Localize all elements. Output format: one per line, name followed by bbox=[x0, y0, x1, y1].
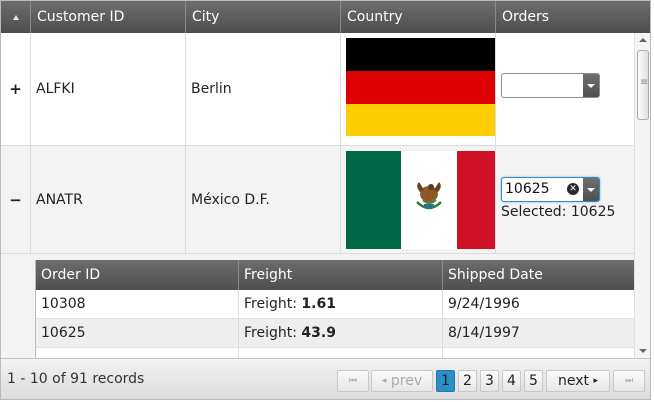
selected-order-label: Selected: 10625 bbox=[501, 204, 616, 220]
freight-cell: Freight: 1.61 bbox=[239, 290, 443, 319]
orders-detail-grid: Order ID Freight Shipped Date 10308 Frei… bbox=[35, 260, 634, 358]
first-page-icon: ⏮ bbox=[348, 376, 358, 386]
freight-cell: Freight: 43.9 bbox=[239, 319, 443, 348]
chevron-down-icon[interactable] bbox=[583, 74, 599, 97]
header-orders[interactable]: Orders bbox=[496, 1, 650, 33]
header-shipped-date[interactable]: Shipped Date bbox=[443, 260, 634, 290]
last-page-button[interactable]: ⏭ bbox=[613, 370, 645, 392]
scroll-down-icon[interactable] bbox=[635, 344, 650, 358]
page-5-button[interactable]: 5 bbox=[524, 370, 543, 392]
header-freight[interactable]: Freight bbox=[239, 260, 443, 290]
page-3-button[interactable]: 3 bbox=[480, 370, 499, 392]
pager-info: 1 - 10 of 91 records bbox=[7, 371, 145, 387]
order-id-cell: 10308 bbox=[36, 290, 239, 319]
scroll-up-icon[interactable] bbox=[635, 33, 650, 47]
orders-cell: 10625 ✕ Selected: 10625 bbox=[496, 146, 634, 253]
table-row bbox=[36, 348, 634, 358]
expand-row-button[interactable]: + bbox=[1, 33, 31, 145]
detail-row: Order ID Freight Shipped Date 10308 Frei… bbox=[1, 254, 634, 358]
mexico-flag-icon bbox=[346, 151, 495, 249]
grid-header: Customer ID City Country Orders bbox=[1, 1, 650, 33]
freight-prefix: Freight: bbox=[244, 296, 302, 312]
freight-prefix: Freight: bbox=[244, 325, 302, 341]
last-page-icon: ⏭ bbox=[624, 376, 634, 386]
header-customer-id[interactable]: Customer ID bbox=[31, 1, 186, 33]
grid-content: + ALFKI Berlin − ANATR México D.F. 10625… bbox=[1, 33, 650, 358]
chevron-down-icon[interactable] bbox=[583, 178, 599, 201]
orders-combobox-value: 10625 bbox=[505, 181, 550, 197]
orders-cell bbox=[496, 33, 634, 145]
country-cell bbox=[341, 146, 496, 253]
first-page-button[interactable]: ⏮ bbox=[337, 370, 369, 392]
prev-page-button[interactable]: ◂ prev bbox=[371, 370, 433, 392]
customer-id-cell: ALFKI bbox=[31, 33, 186, 145]
clear-icon[interactable]: ✕ bbox=[567, 183, 579, 195]
freight-value: 1.61 bbox=[301, 296, 336, 312]
page-4-button[interactable]: 4 bbox=[502, 370, 521, 392]
eagle-emblem-icon bbox=[416, 182, 442, 210]
shipped-date-cell: 9/24/1996 bbox=[448, 296, 520, 312]
header-country[interactable]: Country bbox=[341, 1, 496, 33]
scrollbar-thumb[interactable] bbox=[637, 50, 649, 120]
next-label: next bbox=[558, 373, 590, 389]
table-row: − ANATR México D.F. 10625 ✕ Selected: 10… bbox=[1, 146, 634, 254]
header-city[interactable]: City bbox=[186, 1, 341, 33]
vertical-scrollbar[interactable] bbox=[634, 33, 650, 358]
customer-id-cell: ANATR bbox=[31, 146, 186, 253]
chevron-right-icon: ▸ bbox=[593, 376, 598, 386]
city-cell: Berlin bbox=[186, 33, 341, 145]
country-cell bbox=[341, 33, 496, 145]
city-cell: México D.F. bbox=[186, 146, 341, 253]
hierarchy-header-cell[interactable] bbox=[1, 1, 31, 33]
germany-flag-icon bbox=[346, 38, 495, 136]
shipped-date-cell: 8/14/1997 bbox=[448, 325, 520, 341]
freight-value: 43.9 bbox=[301, 325, 336, 341]
next-page-button[interactable]: next ▸ bbox=[546, 370, 610, 392]
page-2-button[interactable]: 2 bbox=[458, 370, 477, 392]
table-row: 10625 Freight: 43.9 8/14/1997 bbox=[36, 319, 634, 348]
order-id-cell: 10625 bbox=[36, 319, 239, 348]
table-row: 10308 Freight: 1.61 9/24/1996 bbox=[36, 290, 634, 319]
detail-header: Order ID Freight Shipped Date bbox=[36, 260, 634, 290]
page-1-button[interactable]: 1 bbox=[436, 370, 455, 392]
collapse-row-button[interactable]: − bbox=[1, 146, 31, 253]
customers-grid: Customer ID City Country Orders + ALFKI … bbox=[0, 0, 651, 400]
prev-label: prev bbox=[390, 373, 423, 389]
sort-triangle-icon bbox=[12, 14, 19, 20]
chevron-left-icon: ◂ bbox=[381, 376, 387, 386]
orders-combobox[interactable]: 10625 ✕ bbox=[501, 177, 600, 202]
header-order-id[interactable]: Order ID bbox=[36, 260, 239, 290]
table-row: + ALFKI Berlin bbox=[1, 33, 634, 146]
orders-combobox[interactable] bbox=[501, 73, 600, 98]
pager: 1 - 10 of 91 records ⏮ ◂ prev 1 2 3 4 5 … bbox=[1, 358, 650, 399]
